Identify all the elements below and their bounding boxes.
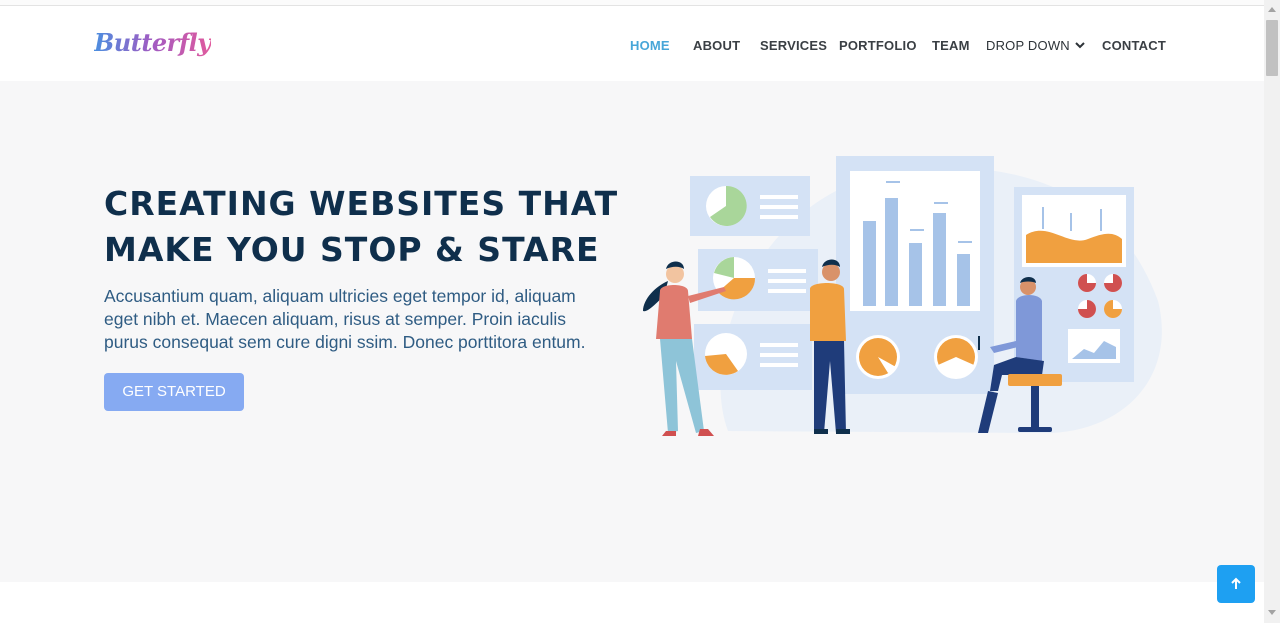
scroll-down-arrow-icon[interactable]	[1268, 610, 1276, 615]
nav-portfolio[interactable]: PORTFOLIO	[839, 38, 917, 53]
get-started-button[interactable]: GET STARTED	[104, 373, 244, 411]
main-nav: HOME ABOUT SERVICES PORTFOLIO TEAM DROP …	[0, 38, 1264, 54]
page: Butterfly HOME ABOUT SERVICES PORTFOLIO …	[0, 0, 1280, 623]
site-header: Butterfly HOME ABOUT SERVICES PORTFOLIO …	[0, 6, 1264, 81]
arrow-up-icon	[1231, 577, 1241, 589]
hero-subtext: Accusantium quam, aliquam ultricies eget…	[104, 286, 586, 352]
nav-team[interactable]: TEAM	[932, 38, 970, 53]
scroll-up-arrow-icon[interactable]	[1268, 7, 1276, 12]
nav-home[interactable]: HOME	[630, 38, 670, 53]
nav-services[interactable]: SERVICES	[760, 38, 827, 53]
nav-contact[interactable]: CONTACT	[1102, 38, 1166, 53]
hero-headline: CREATING WEBSITES THAT MAKE YOU STOP & S…	[104, 181, 618, 273]
hero-section: CREATING WEBSITES THAT MAKE YOU STOP & S…	[0, 81, 1264, 582]
nav-about[interactable]: ABOUT	[693, 38, 740, 53]
back-to-top-button[interactable]	[1217, 565, 1255, 603]
hero-headline-line1: CREATING WEBSITES THAT	[104, 184, 619, 223]
chevron-down-icon[interactable]	[1074, 38, 1086, 52]
page-scrollbar[interactable]	[1264, 0, 1280, 623]
next-section-strip	[0, 582, 1264, 623]
scroll-thumb[interactable]	[1266, 20, 1278, 76]
nav-dropdown[interactable]: DROP DOWN	[986, 38, 1070, 53]
hero-headline-line2: MAKE YOU STOP & STARE	[104, 230, 600, 269]
hero-illustration	[643, 156, 1162, 436]
